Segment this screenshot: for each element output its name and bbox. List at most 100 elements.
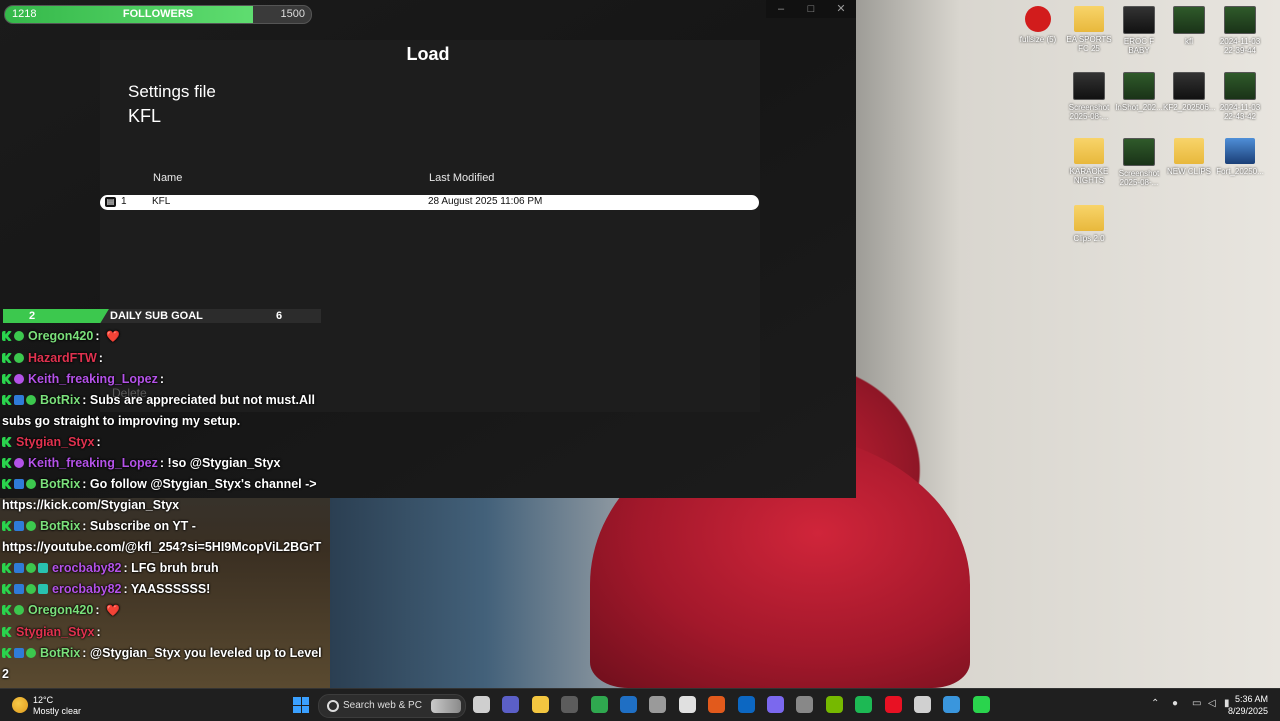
taskbar-app-icon[interactable] [502, 696, 520, 713]
taskbar-app-icon[interactable] [855, 696, 873, 713]
followers-label: FOLLOWERS [122, 8, 194, 20]
chat-username[interactable]: Keith_freaking_Lopez [28, 456, 158, 470]
desktop-icon[interactable]: KF2_202506... [1163, 72, 1215, 112]
desktop-icon[interactable]: Screenshot 2025-08-... [1113, 138, 1165, 187]
taskbar-app-icon[interactable] [531, 696, 549, 713]
kick-badge-icon [2, 627, 12, 637]
taskbar-app-icon[interactable] [708, 696, 726, 713]
file-icon [1123, 138, 1155, 166]
chat-username[interactable]: erocbaby82 [52, 561, 121, 575]
desktop-icon[interactable]: 2024-11-03 22-39-44 [1214, 6, 1266, 55]
sub-goal-progress-fill [3, 309, 109, 323]
kick-badge-icon [2, 648, 12, 658]
desktop-icon[interactable]: Clips 2.0 [1063, 205, 1115, 243]
chat-message: BotRix: Subs are appreciated but not mus… [2, 390, 322, 432]
taskbar-app-icon[interactable] [914, 696, 931, 713]
microphone-icon[interactable]: ● [1172, 699, 1182, 709]
taskbar-search[interactable]: Search web & PC [318, 694, 466, 718]
maximize-button[interactable]: □ [796, 0, 826, 18]
chat-message: Keith_freaking_Lopez: !so @Stygian_Styx [2, 453, 322, 474]
file-icon [1225, 138, 1255, 164]
chat-separator: : [96, 625, 101, 639]
check-badge-icon [26, 395, 36, 405]
desktop-icon[interactable]: KARAOKE NIGHTS [1063, 138, 1115, 185]
chat-username[interactable]: BotRix [40, 519, 80, 533]
file-icon [1123, 6, 1155, 34]
taskbar-app-icon[interactable] [737, 696, 755, 713]
chat-username[interactable]: Stygian_Styx [16, 625, 95, 639]
weather-description[interactable]: Mostly clear [33, 706, 81, 716]
taskbar-app-icon[interactable] [884, 696, 902, 713]
minimize-button[interactable]: – [766, 0, 796, 18]
followers-goal: 1500 [280, 8, 305, 20]
column-header-last-modified[interactable]: Last Modified [429, 172, 494, 184]
taskbar-app-icon[interactable] [590, 696, 608, 713]
desktop-icon[interactable]: NEW CLIPS [1163, 138, 1215, 176]
bot-badge-icon [14, 563, 24, 573]
chat-username[interactable]: Stygian_Styx [16, 435, 95, 449]
taskbar-app-icon[interactable] [678, 696, 696, 713]
taskbar-app-icon[interactable] [825, 696, 843, 713]
taskbar-app-icon[interactable] [561, 696, 579, 713]
chat-username[interactable]: Oregon420 [28, 329, 93, 343]
chat-message: erocbaby82: YAASSSSSS! [2, 579, 322, 600]
window-controls: – □ ✕ [766, 0, 856, 18]
desktop-icon[interactable]: 2024-11-03 22-43-42 [1214, 72, 1266, 121]
file-icon [1224, 72, 1256, 100]
taskbar-app-icon[interactable] [649, 696, 667, 713]
chat-username[interactable]: BotRix [40, 646, 80, 660]
desktop-icon[interactable]: fullsize (5) [1012, 6, 1064, 44]
check-badge-icon [26, 521, 36, 531]
weather-icon[interactable] [12, 697, 28, 713]
desktop-icon[interactable]: EROC F BABY [1113, 6, 1165, 55]
taskbar: 12°C Mostly clear Search web & PC ⌃ ● ▭ … [0, 688, 1280, 721]
chat-username[interactable]: HazardFTW [28, 351, 97, 365]
chat-message: Stygian_Styx: [2, 432, 322, 453]
chat-username[interactable]: erocbaby82 [52, 582, 121, 596]
settings-file-label: Settings file [128, 82, 216, 101]
file-icon [1173, 6, 1205, 34]
desktop-icon[interactable]: EA SPORTS FC 25 [1063, 6, 1115, 53]
taskbar-app-icon[interactable] [796, 696, 814, 713]
desktop-icon-label: InShot_202... [1115, 103, 1163, 112]
chat-message: BotRix: @Stygian_Styx you leveled up to … [2, 643, 322, 685]
start-button[interactable] [293, 697, 309, 713]
check-badge-icon [26, 584, 36, 594]
close-button[interactable]: ✕ [826, 0, 856, 18]
speaker-icon[interactable]: ◁ [1208, 699, 1218, 709]
chat-username[interactable]: BotRix [40, 477, 80, 491]
clock-date[interactable]: 8/29/2025 [1228, 706, 1268, 716]
chat-username[interactable]: Oregon420 [28, 603, 93, 617]
desktop-icon[interactable]: Screenshot 2025-08-... [1063, 72, 1115, 121]
display-icon[interactable]: ▭ [1192, 699, 1202, 709]
file-row[interactable]: ▤ 1 KFL 28 August 2025 11:06 PM [100, 195, 759, 210]
bot-badge-icon [14, 648, 24, 658]
bot-badge-icon [14, 584, 24, 594]
taskbar-app-icon[interactable] [972, 696, 990, 713]
desktop-icon[interactable]: kfl [1163, 6, 1215, 46]
chat-message: BotRix: Go follow @Stygian_Styx's channe… [2, 474, 322, 516]
desktop-icon[interactable]: Fort_20250... [1214, 138, 1266, 176]
chat-separator: : [96, 435, 101, 449]
desktop-icon[interactable]: InShot_202... [1113, 72, 1165, 112]
check-badge-icon [26, 648, 36, 658]
start-logo-tile [301, 705, 309, 713]
chat-message: Keith_freaking_Lopez: [2, 369, 322, 390]
taskbar-app-icon[interactable] [620, 696, 637, 713]
desktop-icon-label: NEW CLIPS [1166, 167, 1211, 176]
chat-text: !so @Stygian_Styx [167, 456, 281, 470]
taskbar-app-icon[interactable] [767, 696, 784, 713]
mic-badge-icon [14, 458, 24, 468]
desktop-icon-label: 2024-11-03 22-43-42 [1219, 103, 1261, 121]
start-logo-tile [293, 705, 301, 713]
taskbar-app-icon[interactable] [943, 696, 961, 713]
chat-message: HazardFTW: [2, 348, 322, 369]
chat-username[interactable]: Keith_freaking_Lopez [28, 372, 158, 386]
clock-time[interactable]: 5:36 AM [1235, 694, 1268, 704]
column-header-name[interactable]: Name [153, 172, 182, 184]
taskbar-app-icon[interactable] [473, 696, 490, 713]
weather-temperature[interactable]: 12°C [33, 695, 53, 705]
chat-username[interactable]: BotRix [40, 393, 80, 407]
tray-chevron-up-icon[interactable]: ⌃ [1151, 699, 1161, 709]
chat-overlay: Oregon420: ❤️ HazardFTW: Keith_freaking_L… [2, 326, 322, 685]
